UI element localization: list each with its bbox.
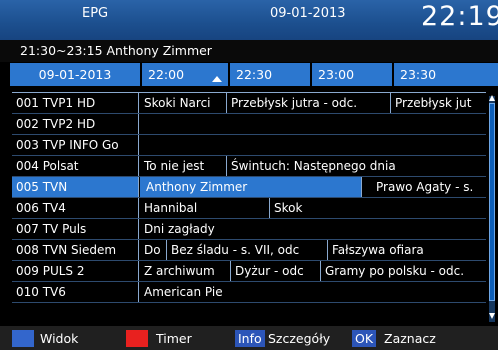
channel-row[interactable]: 007 TV Puls Dni zagłady bbox=[12, 219, 486, 240]
channel-row[interactable]: 009 PULS 2 Z archiwum Dyżur - odc Gramy … bbox=[12, 261, 486, 282]
header-clock: 22:19 bbox=[421, 1, 498, 32]
program-cell[interactable]: Gramy po polsku - odc. bbox=[321, 261, 486, 281]
timebar-slot-4[interactable]: 23:30 bbox=[394, 63, 498, 86]
select-label[interactable]: Zaznacz bbox=[384, 330, 436, 347]
epg-header: EPG 09-01-2013 22:19 bbox=[0, 0, 498, 40]
program-cell[interactable]: Przebłysk jutra - odc. bbox=[227, 93, 391, 113]
program-cell[interactable]: Skok bbox=[270, 198, 486, 218]
scrollbar-thumb[interactable] bbox=[489, 103, 495, 301]
channel-row[interactable]: 003 TVP INFO Go bbox=[12, 135, 486, 156]
channel-name[interactable]: 005 TVN bbox=[12, 177, 139, 197]
program-cell[interactable]: Hannibal bbox=[140, 198, 270, 218]
channel-name[interactable]: 007 TV Puls bbox=[12, 219, 139, 239]
channel-name[interactable]: 008 TVN Siedem bbox=[12, 240, 139, 260]
channel-name[interactable]: 003 TVP INFO Go bbox=[12, 135, 139, 155]
channel-name[interactable]: 009 PULS 2 bbox=[12, 261, 139, 281]
channel-name[interactable]: 004 Polsat bbox=[12, 156, 139, 176]
program-cell[interactable]: Świntuch: Następnego dnia bbox=[227, 156, 486, 176]
view-label[interactable]: Widok bbox=[40, 330, 78, 347]
channel-row[interactable]: 001 TVP1 HD Skoki Narci Przebłysk jutra … bbox=[12, 93, 486, 114]
program-cell[interactable]: Bez śladu - s. VII, odc bbox=[167, 240, 328, 260]
channel-name[interactable]: 001 TVP1 HD bbox=[12, 93, 139, 113]
epg-grid: 001 TVP1 HD Skoki Narci Przebłysk jutra … bbox=[12, 92, 486, 322]
timebar-slot-3[interactable]: 23:00 bbox=[312, 63, 392, 86]
red-key-icon[interactable] bbox=[126, 330, 148, 347]
program-cell[interactable]: To nie jest bbox=[140, 156, 227, 176]
channel-name[interactable]: 006 TV4 bbox=[12, 198, 139, 218]
details-label[interactable]: Szczegóły bbox=[268, 330, 330, 347]
program-cell[interactable]: Skoki Narci bbox=[140, 93, 227, 113]
ok-key[interactable]: OK bbox=[352, 330, 377, 347]
channel-name[interactable]: 010 TV6 bbox=[12, 282, 139, 302]
selected-program-info: 21:30~23:15 Anthony Zimmer bbox=[0, 40, 498, 62]
scroll-down-arrow-icon[interactable] bbox=[489, 313, 495, 319]
blue-key-icon[interactable] bbox=[12, 330, 34, 347]
timebar-slot-2[interactable]: 22:30 bbox=[230, 63, 310, 86]
program-cell[interactable]: American Pie bbox=[140, 282, 486, 302]
program-cell[interactable]: Do bbox=[140, 240, 167, 260]
channel-row[interactable]: 006 TV4 Hannibal Skok bbox=[12, 198, 486, 219]
footer-keybar: Widok Timer Info Szczegóły OK Zaznacz bbox=[0, 326, 498, 350]
program-cell[interactable]: Dyżur - odc bbox=[231, 261, 321, 281]
timebar-date: 09-01-2013 bbox=[10, 63, 140, 86]
timebar: 09-01-2013 22:00 22:30 23:00 23:30 bbox=[10, 63, 498, 86]
header-date: 09-01-2013 bbox=[270, 6, 346, 21]
header-title: EPG bbox=[82, 6, 109, 21]
current-time-marker-icon bbox=[212, 76, 222, 82]
program-cell[interactable]: Przebłysk jut bbox=[391, 93, 486, 113]
channel-name[interactable]: 002 TVP2 HD bbox=[12, 114, 139, 134]
channel-row[interactable]: 008 TVN Siedem Do Bez śladu - s. VII, od… bbox=[12, 240, 486, 261]
channel-row-selected[interactable]: 005 TVN Anthony Zimmer Prawo Agaty - s. bbox=[12, 177, 486, 198]
channel-row[interactable]: 004 Polsat To nie jest Świntuch: Następn… bbox=[12, 156, 486, 177]
channel-row[interactable]: 002 TVP2 HD bbox=[12, 114, 486, 135]
program-cell[interactable]: Z archiwum bbox=[140, 261, 231, 281]
program-cell[interactable]: Dni zagłady bbox=[140, 219, 486, 239]
program-cell-selected[interactable]: Anthony Zimmer bbox=[140, 177, 362, 197]
info-key[interactable]: Info bbox=[235, 330, 265, 347]
program-cell[interactable]: Fałszywa ofiara bbox=[328, 240, 486, 260]
scroll-up-arrow-icon[interactable] bbox=[489, 95, 495, 101]
timebar-slot-1[interactable]: 22:00 bbox=[142, 63, 228, 86]
program-cell[interactable]: Prawo Agaty - s. bbox=[362, 177, 486, 197]
timer-label[interactable]: Timer bbox=[156, 330, 192, 347]
channel-row[interactable]: 010 TV6 American Pie bbox=[12, 282, 486, 303]
